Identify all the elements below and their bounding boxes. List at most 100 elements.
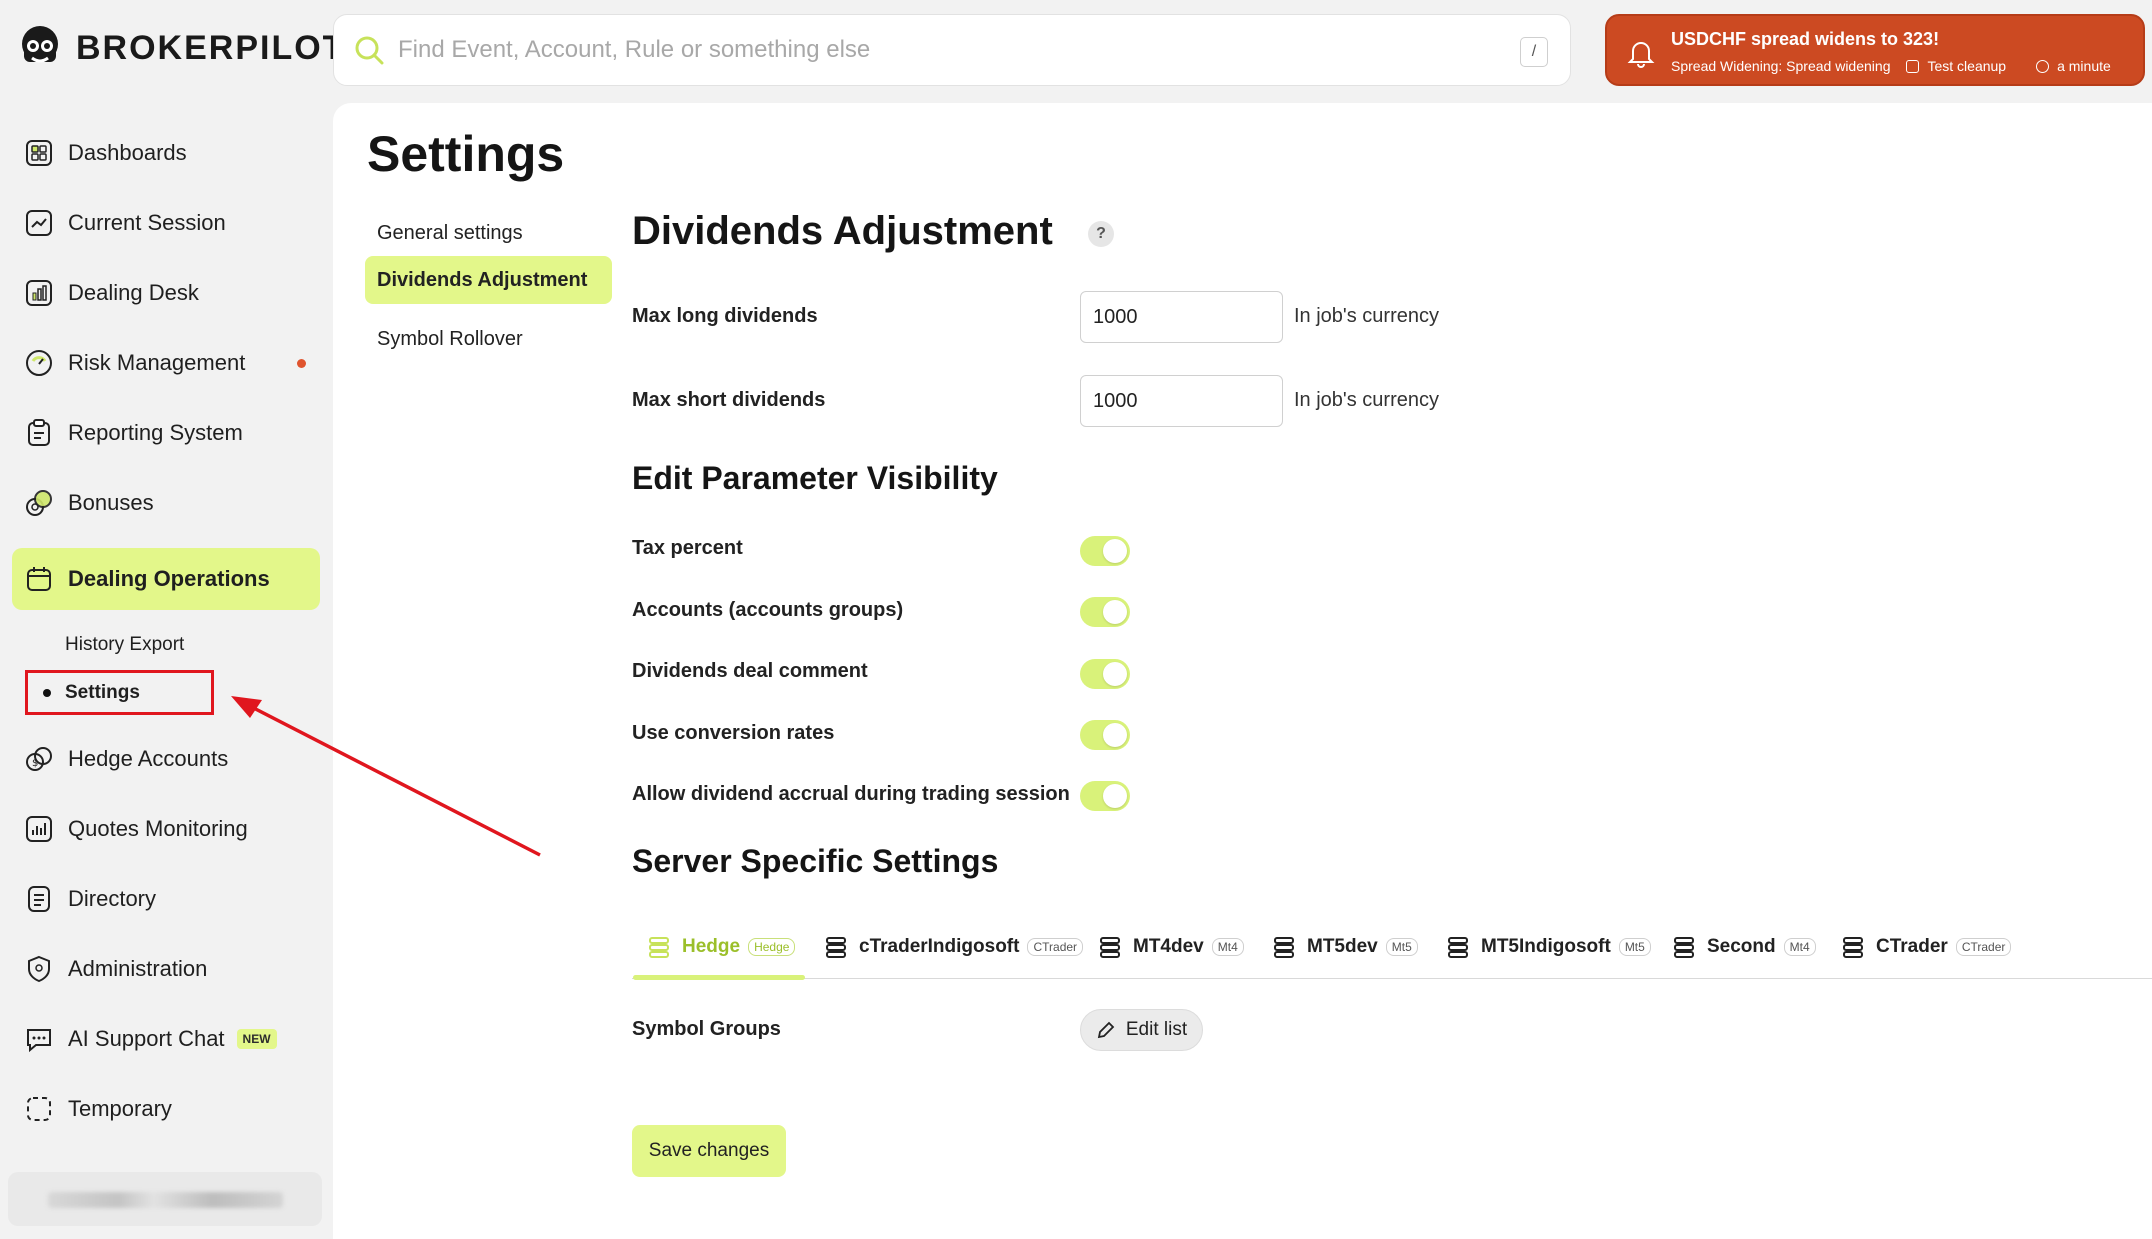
shield-icon xyxy=(28,955,50,983)
server-tab-ctraderindigosoft[interactable]: cTraderIndigosoft CTrader xyxy=(825,915,1084,979)
risk-alert-dot xyxy=(297,359,306,368)
monitor-chart-icon xyxy=(26,816,52,842)
clipboard-icon xyxy=(28,419,50,446)
sidebar-item-label: Risk Management xyxy=(68,350,246,375)
edit-list-button[interactable]: Edit list xyxy=(1080,1009,1203,1051)
server-name: MT4dev xyxy=(1133,936,1204,957)
notification-title: USDCHF spread widens to 323! xyxy=(1671,29,1940,49)
sidebar-item-reporting-system[interactable]: Reporting System xyxy=(12,402,320,464)
sidebar-item-label: Dashboards xyxy=(68,140,187,165)
coins-icon xyxy=(26,490,52,516)
rule-icon xyxy=(1906,59,1920,73)
server-type-badge: Mt5 xyxy=(1618,938,1651,956)
save-changes-button[interactable]: Save changes xyxy=(632,1125,786,1177)
calendar-icon xyxy=(27,567,51,591)
sidebar-item-label: AI Support Chat xyxy=(68,1026,225,1051)
search-icon xyxy=(355,36,384,65)
server-tab-second[interactable]: Second Mt4 xyxy=(1673,915,1816,979)
tab-symbol-rollover[interactable]: Symbol Rollover xyxy=(365,315,612,363)
toggle-knob xyxy=(1103,723,1127,747)
help-icon[interactable]: ? xyxy=(1088,221,1114,247)
toggle-knob xyxy=(1103,784,1127,808)
sidebar-item-current-session[interactable]: Current Session xyxy=(12,192,320,254)
tab-general-settings[interactable]: General settings xyxy=(365,209,612,257)
dashed-square-icon xyxy=(27,1097,51,1121)
server-name: cTraderIndigosoft xyxy=(859,936,1020,957)
blurred-user-info xyxy=(48,1192,283,1208)
sidebar-item-label: Reporting System xyxy=(68,420,243,445)
sidebar-item-label: Bonuses xyxy=(68,490,154,515)
sidebar-item-bonuses[interactable]: Bonuses xyxy=(12,472,320,534)
chart-line-icon xyxy=(26,210,52,236)
sidebar-item-hedge-accounts[interactable]: $ Hedge Accounts xyxy=(12,728,320,790)
visibility-heading: Edit Parameter Visibility xyxy=(632,460,998,496)
search-input[interactable] xyxy=(398,36,1398,64)
gauge-icon xyxy=(26,350,52,376)
server-tab-mt5indigosoft[interactable]: MT5Indigosoft Mt5 xyxy=(1447,915,1651,979)
max-long-input[interactable] xyxy=(1080,291,1283,343)
new-badge: NEW xyxy=(236,1029,277,1049)
toggle-deal-comment[interactable] xyxy=(1080,659,1130,689)
pencil-icon xyxy=(1097,1021,1115,1039)
sidebar-item-directory[interactable]: Directory xyxy=(12,868,320,930)
bell-icon xyxy=(1627,42,1655,68)
max-long-unit: In job's currency xyxy=(1294,305,1439,327)
pilot-logo-icon xyxy=(22,26,58,63)
global-search[interactable]: / xyxy=(333,14,1571,86)
server-type-badge: Mt5 xyxy=(1385,938,1418,956)
save-changes-label: Save changes xyxy=(648,1140,770,1161)
sidebar-item-label: Temporary xyxy=(68,1096,172,1121)
server-type-badge: CTrader xyxy=(1027,938,1084,956)
tab-dividends-adjustment[interactable]: Dividends Adjustment xyxy=(365,256,612,304)
sidebar-item-label: Current Session xyxy=(68,210,226,235)
server-name: Hedge xyxy=(682,936,741,957)
dashboards-icon xyxy=(26,140,52,166)
sidebar-item-dealing-operations[interactable]: Dealing Operations xyxy=(12,548,320,610)
sidebar-item-dashboards[interactable]: Dashboards xyxy=(12,122,320,184)
sidebar-item-risk-management[interactable]: Risk Management xyxy=(12,332,320,394)
sidebar-item-administration[interactable]: Administration xyxy=(12,938,320,1000)
notification-source: Test cleanup xyxy=(1927,58,2007,74)
subnav-settings[interactable]: Settings xyxy=(25,670,214,715)
server-tab-mt5dev[interactable]: MT5dev Mt5 xyxy=(1273,915,1418,979)
sidebar-item-label: Hedge Accounts xyxy=(68,746,229,771)
max-short-input[interactable] xyxy=(1080,375,1283,427)
server-icon xyxy=(1674,937,1694,958)
server-tab-hedge[interactable]: Hedge Hedge xyxy=(632,915,806,980)
sidebar-item-ai-support-chat[interactable]: AI Support Chat NEW xyxy=(12,1008,320,1070)
toggle-accounts[interactable] xyxy=(1080,597,1130,627)
server-tab-mt4dev[interactable]: MT4dev Mt4 xyxy=(1099,915,1244,979)
toggle-accrual-session[interactable] xyxy=(1080,781,1130,811)
symbol-groups-label: Symbol Groups xyxy=(632,1018,781,1040)
server-tab-ctrader[interactable]: CTrader CTrader xyxy=(1842,915,2012,979)
chat-icon xyxy=(27,1029,51,1053)
server-icon xyxy=(1100,937,1120,958)
toggle-knob xyxy=(1103,600,1127,624)
sidebar-item-temporary[interactable]: Temporary xyxy=(12,1078,320,1140)
toggle-conversion-rates[interactable] xyxy=(1080,720,1130,750)
max-short-unit: In job's currency xyxy=(1294,389,1439,411)
server-name: Second xyxy=(1707,936,1776,957)
user-profile-card[interactable] xyxy=(8,1172,322,1226)
sidebar-item-quotes-monitoring[interactable]: Quotes Monitoring xyxy=(12,798,320,860)
sidebar-item-dealing-desk[interactable]: Dealing Desk xyxy=(12,262,320,324)
sidebar-item-label: Administration xyxy=(68,956,208,981)
clock-icon xyxy=(2036,59,2050,73)
param-deal-comment-label: Dividends deal comment xyxy=(632,660,868,682)
subnav-history-export[interactable]: History Export xyxy=(65,634,184,656)
param-accounts-label: Accounts (accounts groups) xyxy=(632,599,904,621)
brand-logo[interactable]: BROKERPILOT xyxy=(18,24,345,72)
server-name: MT5Indigosoft xyxy=(1481,936,1611,957)
list-icon xyxy=(28,886,50,912)
server-name: MT5dev xyxy=(1307,936,1378,957)
server-heading: Server Specific Settings xyxy=(632,843,999,879)
dividends-heading: Dividends Adjustment xyxy=(632,209,1053,253)
tab-label: General settings xyxy=(377,221,523,244)
server-tabs: Hedge Hedge cTraderIndigosoft CTrader MT… xyxy=(632,915,2152,980)
server-icon xyxy=(1274,937,1294,958)
alert-notification[interactable]: USDCHF spread widens to 323! Spread Wide… xyxy=(1605,14,2145,86)
toggle-tax-percent[interactable] xyxy=(1080,536,1130,566)
page-title: Settings xyxy=(367,126,565,182)
brand-name: BROKERPILOT xyxy=(76,28,346,67)
sidebar-item-label: Quotes Monitoring xyxy=(68,816,248,841)
